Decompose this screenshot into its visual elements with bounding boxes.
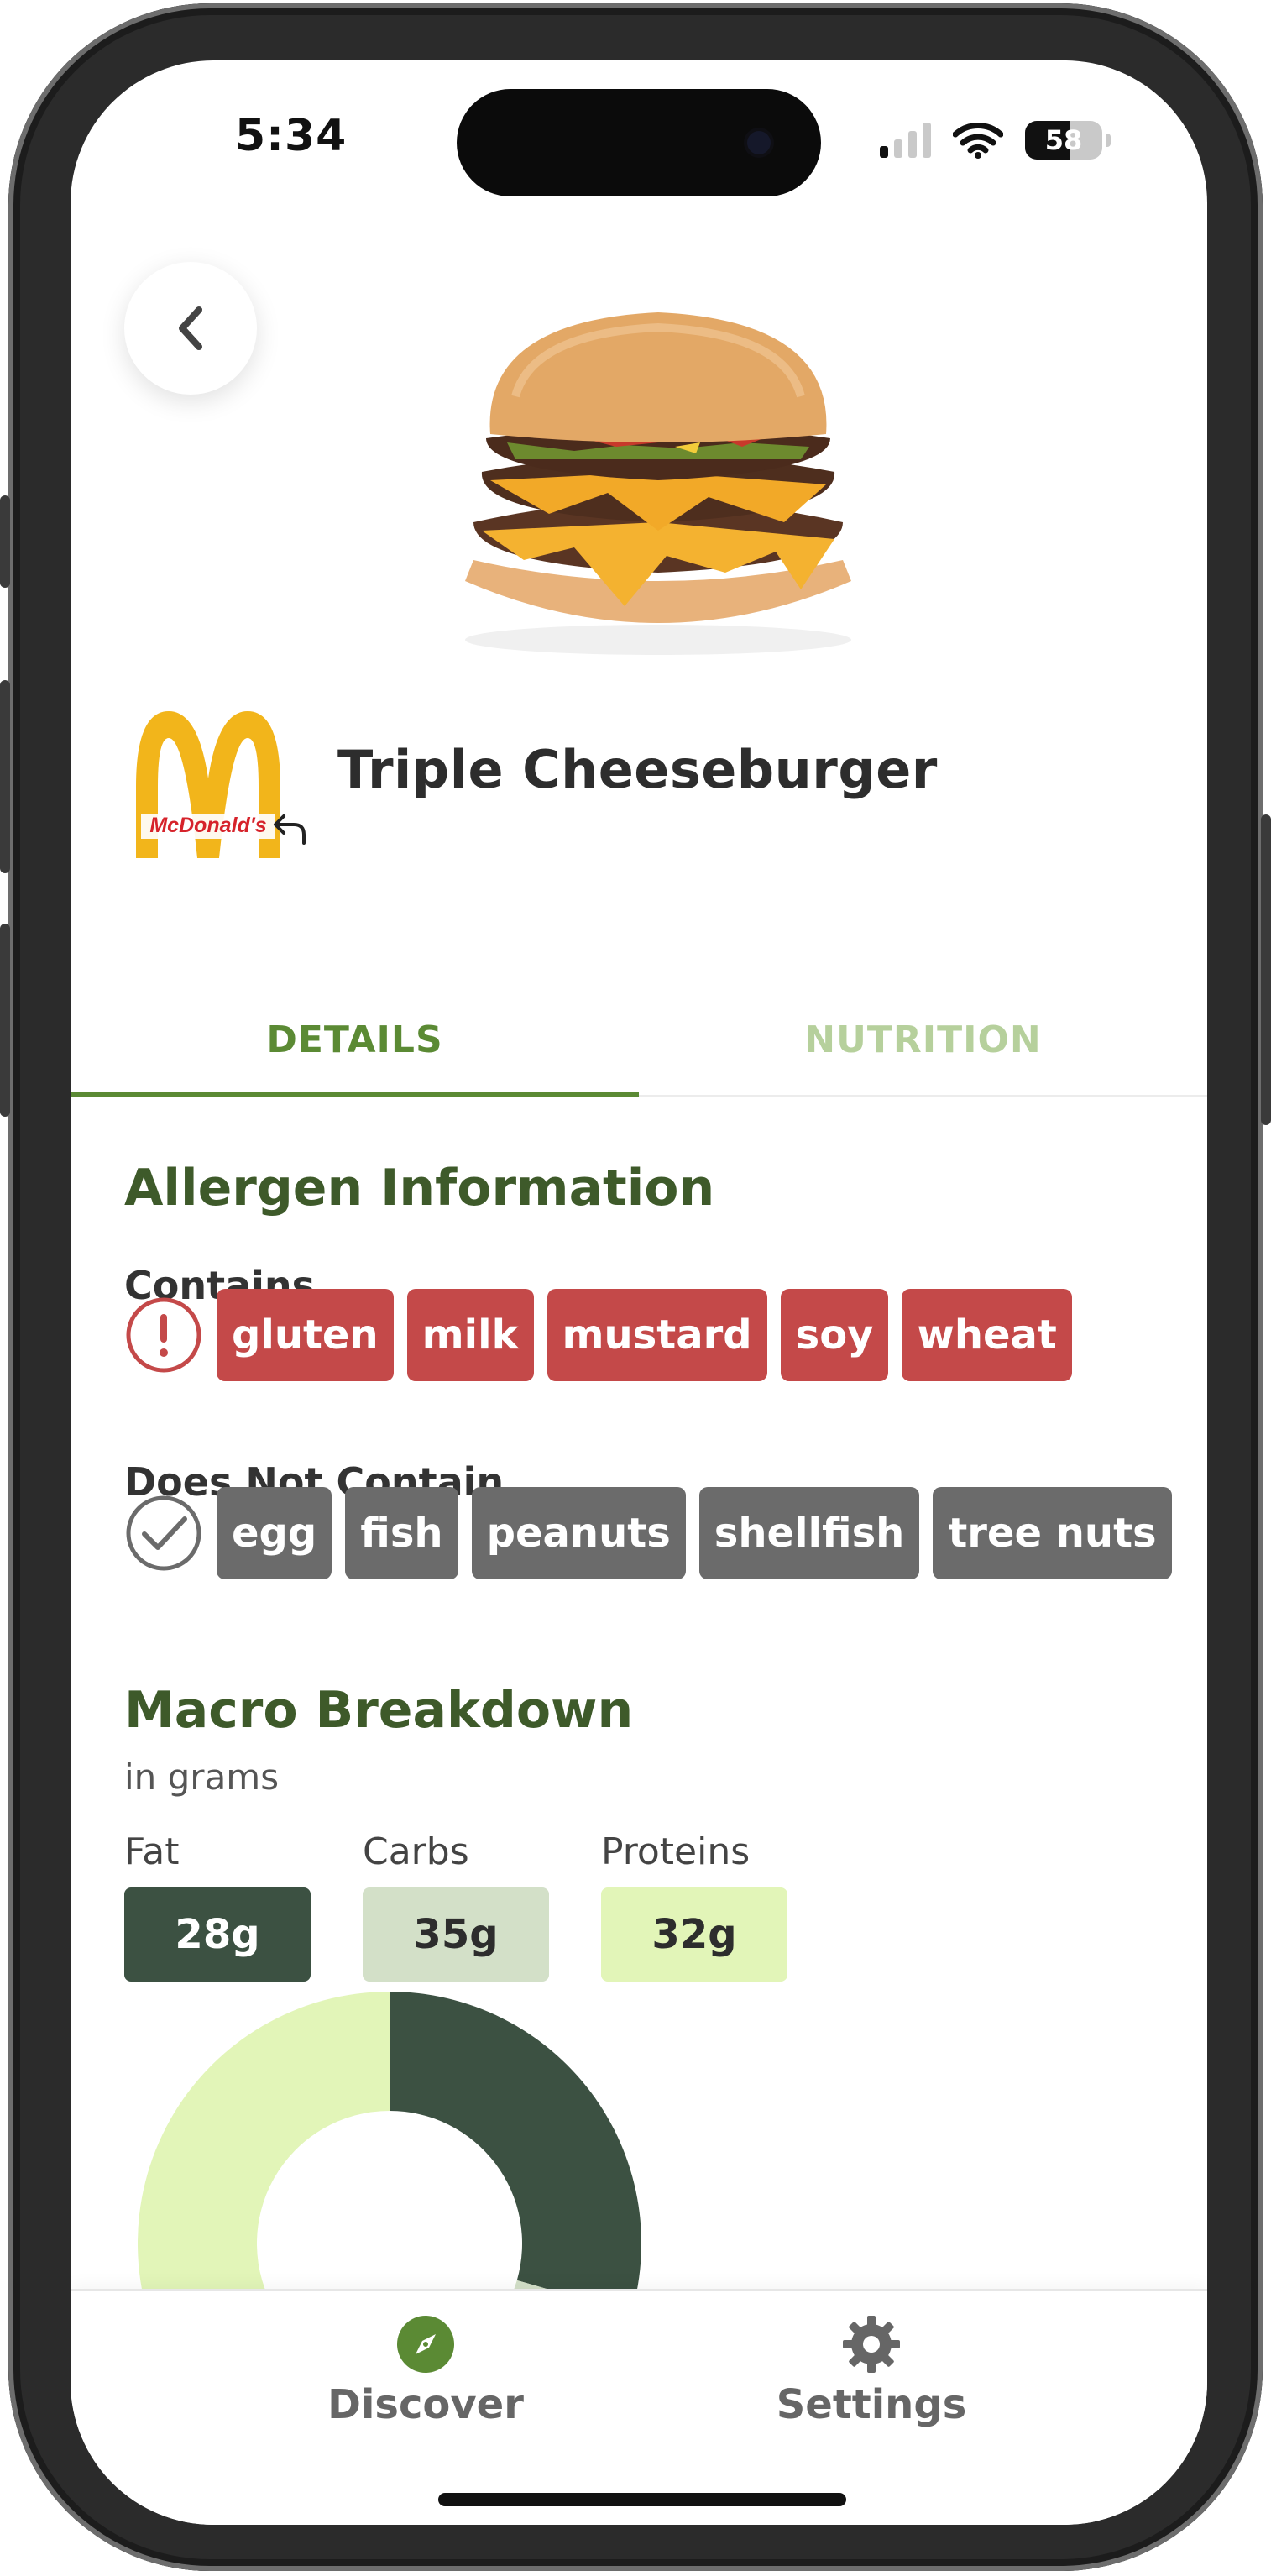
bottom-nav: Discover Settings xyxy=(71,2289,1207,2525)
macro-label: Proteins xyxy=(601,1830,751,1873)
side-button-power xyxy=(1261,814,1271,1125)
status-time: 5:34 xyxy=(235,111,348,161)
wifi-icon xyxy=(953,123,1003,159)
back-button[interactable] xyxy=(124,262,257,395)
safe-chip: fish xyxy=(345,1487,458,1579)
battery-percent: 58 xyxy=(1044,124,1083,156)
macro-proteins: Proteins 32g xyxy=(601,1830,787,1982)
phone-screen: 5:34 58 McDonald's Triple Cheeseburger D… xyxy=(71,60,1207,2525)
macro-value-proteins: 32g xyxy=(601,1887,787,1982)
macro-label: Fat xyxy=(124,1830,180,1873)
allergen-chip: soy xyxy=(780,1289,889,1381)
allergen-title: Allergen Information xyxy=(124,1159,715,1217)
side-button-volume-down xyxy=(0,924,10,1117)
side-button-action xyxy=(0,495,10,588)
dynamic-island xyxy=(457,89,821,196)
macro-label: Carbs xyxy=(363,1830,469,1873)
chevron-left-icon xyxy=(179,306,202,350)
safe-chip: shellfish xyxy=(698,1487,920,1579)
check-circle-icon xyxy=(124,1494,203,1573)
macro-value-carbs: 35g xyxy=(363,1887,549,1982)
cellular-signal-icon xyxy=(880,123,931,158)
battery-icon: 58 xyxy=(1025,121,1102,160)
macro-values: Fat 28g Carbs 35g Proteins 32g xyxy=(124,1830,787,1982)
macro-fat: Fat 28g xyxy=(124,1830,311,1982)
camera-icon xyxy=(747,131,771,154)
allergen-chip: milk xyxy=(406,1289,534,1381)
side-button-volume-up xyxy=(0,680,10,873)
item-title: Triple Cheeseburger xyxy=(337,739,938,800)
brand-logo: McDonald's xyxy=(136,711,280,858)
tab-nutrition[interactable]: NUTRITION xyxy=(639,984,1207,1095)
allergen-chip: gluten xyxy=(217,1289,394,1381)
tab-bar: DETAILS NUTRITION xyxy=(71,984,1207,1097)
status-icons: 58 xyxy=(880,119,1111,161)
undo-arrow-icon[interactable] xyxy=(272,808,311,846)
nav-discover[interactable]: Discover xyxy=(300,2314,552,2428)
home-indicator[interactable] xyxy=(438,2493,846,2506)
donut-slice-fat xyxy=(390,1992,641,2314)
food-image xyxy=(465,312,851,655)
macro-carbs: Carbs 35g xyxy=(363,1830,549,1982)
nav-settings[interactable]: Settings xyxy=(745,2314,997,2428)
allergen-chip: wheat xyxy=(902,1289,1072,1381)
exclamation-circle-icon xyxy=(124,1296,203,1374)
battery-tip xyxy=(1106,134,1111,147)
nav-label-discover: Discover xyxy=(327,2381,524,2428)
allergen-chip: mustard xyxy=(547,1289,767,1381)
macro-title: Macro Breakdown xyxy=(124,1681,634,1740)
safe-chip: tree nuts xyxy=(933,1487,1172,1579)
nav-label-settings: Settings xyxy=(776,2381,967,2428)
safe-chip: egg xyxy=(217,1487,332,1579)
gear-icon xyxy=(843,2316,900,2373)
not-contains-row: egg fish peanuts shellfish tree nuts xyxy=(124,1486,1172,1580)
contains-row: gluten milk mustard soy wheat xyxy=(124,1288,1072,1382)
tab-details[interactable]: DETAILS xyxy=(71,984,639,1097)
macro-subtitle: in grams xyxy=(124,1757,280,1798)
macro-value-fat: 28g xyxy=(124,1887,311,1982)
brand-logo-text: McDonald's xyxy=(149,814,266,837)
safe-chip: peanuts xyxy=(471,1487,686,1579)
compass-icon xyxy=(397,2316,454,2373)
